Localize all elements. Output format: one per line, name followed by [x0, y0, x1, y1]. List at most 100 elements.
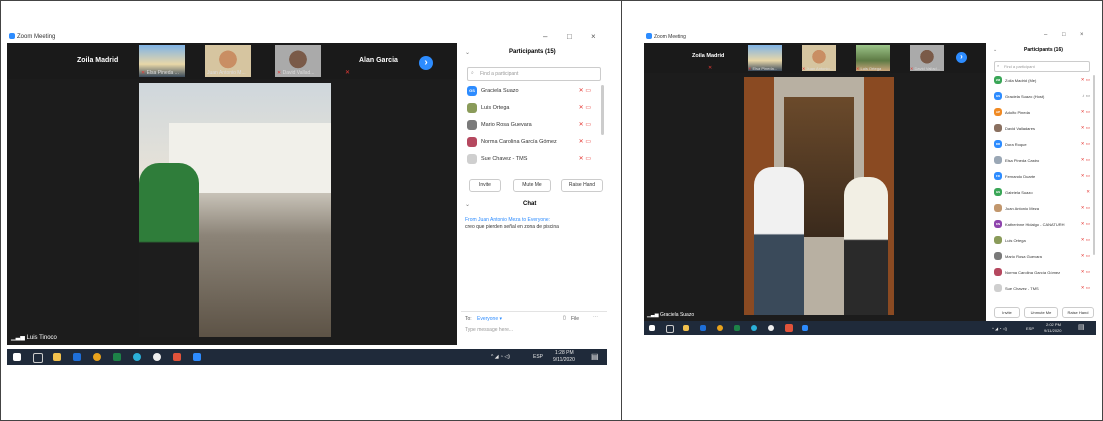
active-speaker-video	[744, 77, 894, 315]
notifications-icon[interactable]: ▤	[1078, 323, 1085, 331]
thumbnail-tile-name-only[interactable]: Alan Garcia	[359, 57, 398, 64]
close-button[interactable]: ×	[1080, 32, 1084, 38]
participant-name: Norma Carolina García Gómez	[1005, 270, 1061, 275]
maximize-button[interactable]: □	[567, 32, 572, 41]
video-thumbnail[interactable]: ✕ Elsa Pineda...	[748, 45, 782, 71]
minimize-button[interactable]: –	[543, 32, 547, 41]
file-explorer-icon[interactable]	[53, 353, 61, 361]
participants-panel: ⌄ Participants (16) ⌕ Find a participant…	[990, 43, 1096, 321]
next-page-button[interactable]: ›	[419, 56, 433, 70]
participant-row[interactable]: GS Graciela Suazo (Host) ♪ ▭	[994, 91, 1090, 104]
more-options-icon[interactable]: ⋯	[593, 314, 598, 320]
system-tray-icons[interactable]: ^ ◢ ◔ ◁)	[491, 354, 510, 360]
zoom-taskbar-icon[interactable]	[193, 353, 201, 361]
participant-search[interactable]: ⌕ Find a participant	[467, 67, 601, 81]
clock-time[interactable]: 1:28 PM	[555, 350, 574, 356]
invite-button[interactable]: Invite	[994, 307, 1020, 318]
notifications-icon[interactable]: ▤	[591, 352, 599, 361]
input-language[interactable]: ESP	[533, 354, 543, 360]
task-view-icon[interactable]	[666, 325, 674, 333]
task-view-icon[interactable]	[33, 353, 43, 363]
media-icon[interactable]	[768, 325, 774, 331]
zoom-taskbar-icon[interactable]	[802, 325, 808, 331]
edge-icon[interactable]	[751, 325, 757, 331]
participant-row[interactable]: AP Adolfo Pineda ✕ ▭	[994, 107, 1090, 120]
raise-hand-button[interactable]: Raise Hand	[1062, 307, 1094, 318]
participant-row[interactable]: Norma Carolina García Gómez ✕ ▭	[994, 267, 1090, 280]
search-input[interactable]: Find a participant	[1004, 64, 1035, 69]
raise-hand-button[interactable]: Raise Hand	[561, 179, 603, 192]
mute-me-button[interactable]: Mute Me	[513, 179, 551, 192]
collapse-chevron-icon[interactable]: ⌄	[465, 201, 470, 208]
outlook-icon[interactable]	[73, 353, 81, 361]
clock-time[interactable]: 2:02 PM	[1046, 322, 1061, 327]
chat-compose: To: Everyone ▾ ▯ File ⋯ Type message her…	[461, 311, 607, 346]
participants-title: Participants (16)	[1024, 47, 1063, 53]
thumbnail-tile-name-only[interactable]: Zoila Madrid	[692, 53, 724, 59]
video-thumbnail[interactable]: ✕ Juan Antonio...	[802, 45, 836, 71]
invite-button[interactable]: Invite	[469, 179, 501, 192]
video-thumbnail[interactable]: Juan Antonio M...	[205, 45, 251, 77]
participant-row[interactable]: DR Dora Roque ✕ ▭	[994, 139, 1090, 152]
participant-row[interactable]: Elsa Pineda Castro ✕ ▭	[994, 155, 1090, 168]
video-thumbnail[interactable]: ✕ Elsa Pineda ...	[139, 45, 185, 77]
close-button[interactable]: ×	[591, 32, 596, 41]
participant-row[interactable]: Mario Rosa Guevara ✕ ▭	[467, 119, 591, 133]
mic-video-off-icons: ✕ ▭	[1080, 141, 1090, 146]
participants-scrollbar[interactable]	[1093, 75, 1095, 255]
participants-scrollbar[interactable]	[601, 85, 604, 135]
outlook-icon[interactable]	[700, 325, 706, 331]
participant-row[interactable]: GS Graciela Suazo ✕ ▭	[467, 85, 591, 99]
recipient-select[interactable]: Everyone ▾	[477, 316, 502, 322]
person-figure	[139, 163, 199, 337]
video-thumbnail[interactable]: ✕ David Vallad...	[275, 45, 321, 77]
excel-icon[interactable]	[734, 325, 740, 331]
collapse-chevron-icon[interactable]: ⌄	[993, 47, 997, 53]
participant-row[interactable]: FD Fernando Duarte ✕ ▭	[994, 171, 1090, 184]
chrome-icon[interactable]	[93, 353, 101, 361]
clock-date[interactable]: 9/11/2020	[553, 357, 575, 363]
participant-row[interactable]: Mario Rosa Guevara ✕ ▭	[994, 251, 1090, 264]
participant-row[interactable]: ZM Zoila Madrid (Me) ✕ ▭	[994, 75, 1090, 88]
participant-row[interactable]: GS Gabriela Suazo ✕	[994, 187, 1090, 200]
participant-row[interactable]: Sue Chavez - TMS ✕ ▭	[994, 283, 1090, 296]
maximize-button[interactable]: □	[1062, 32, 1066, 38]
participant-name: Elsa Pineda Castro	[1005, 158, 1040, 163]
participant-avatar: FD	[994, 172, 1002, 180]
video-thumbnail[interactable]: ✕ David Vallad...	[910, 45, 944, 71]
mic-video-off-icons: ✕ ▭	[1080, 125, 1090, 130]
participant-row[interactable]: Luis Ortega ✕ ▭	[467, 102, 591, 116]
message-input[interactable]: Type message here...	[465, 327, 513, 333]
edge-icon[interactable]	[133, 353, 141, 361]
start-icon[interactable]	[13, 353, 21, 361]
participant-row[interactable]: Norma Carolina García Gómez ✕ ▭	[467, 136, 591, 150]
excel-icon[interactable]	[113, 353, 121, 361]
video-thumbnail[interactable]: ✕ Luis Ortega	[856, 45, 890, 71]
participant-row[interactable]: Sue Chavez - TMS ✕ ▭	[467, 153, 591, 167]
input-language[interactable]: ESP	[1026, 326, 1034, 331]
search-input[interactable]: Find a participant	[480, 71, 518, 77]
app-icon[interactable]	[173, 353, 181, 361]
clock-date[interactable]: 9/11/2020	[1044, 328, 1062, 333]
participant-row[interactable]: KN Katherinne Hidalgo - CANATURH ✕ ▭	[994, 219, 1090, 232]
participant-row[interactable]: Juan Antonio Meza ✕ ▭	[994, 203, 1090, 216]
thumbnail-tile-name-only[interactable]: Zoila Madrid	[77, 57, 118, 64]
start-icon[interactable]	[649, 325, 655, 331]
file-button[interactable]: File	[571, 316, 579, 322]
mic-video-off-icons: ✕ ▭	[578, 122, 591, 128]
unmute-me-button[interactable]: Unmute Me	[1024, 307, 1058, 318]
participant-row[interactable]: David Valladares ✕ ▭	[994, 123, 1090, 136]
chrome-icon[interactable]	[717, 325, 723, 331]
minimize-button[interactable]: –	[1044, 32, 1047, 38]
participant-name: Zoila Madrid (Me)	[1005, 78, 1037, 83]
file-explorer-icon[interactable]	[683, 325, 689, 331]
system-tray-icons[interactable]: ^ ◢ ◔ ◁)	[992, 326, 1007, 331]
participant-search[interactable]: ⌕ Find a participant	[994, 61, 1090, 72]
participant-row[interactable]: Luis Ortega ✕ ▭	[994, 235, 1090, 248]
app-icon[interactable]	[785, 324, 793, 332]
collapse-chevron-icon[interactable]: ⌄	[465, 49, 470, 56]
mic-video-off-icons: ✕ ▭	[1080, 253, 1090, 258]
media-icon[interactable]	[153, 353, 161, 361]
file-icon[interactable]: ▯	[563, 315, 566, 321]
next-page-button[interactable]: ›	[956, 52, 967, 63]
